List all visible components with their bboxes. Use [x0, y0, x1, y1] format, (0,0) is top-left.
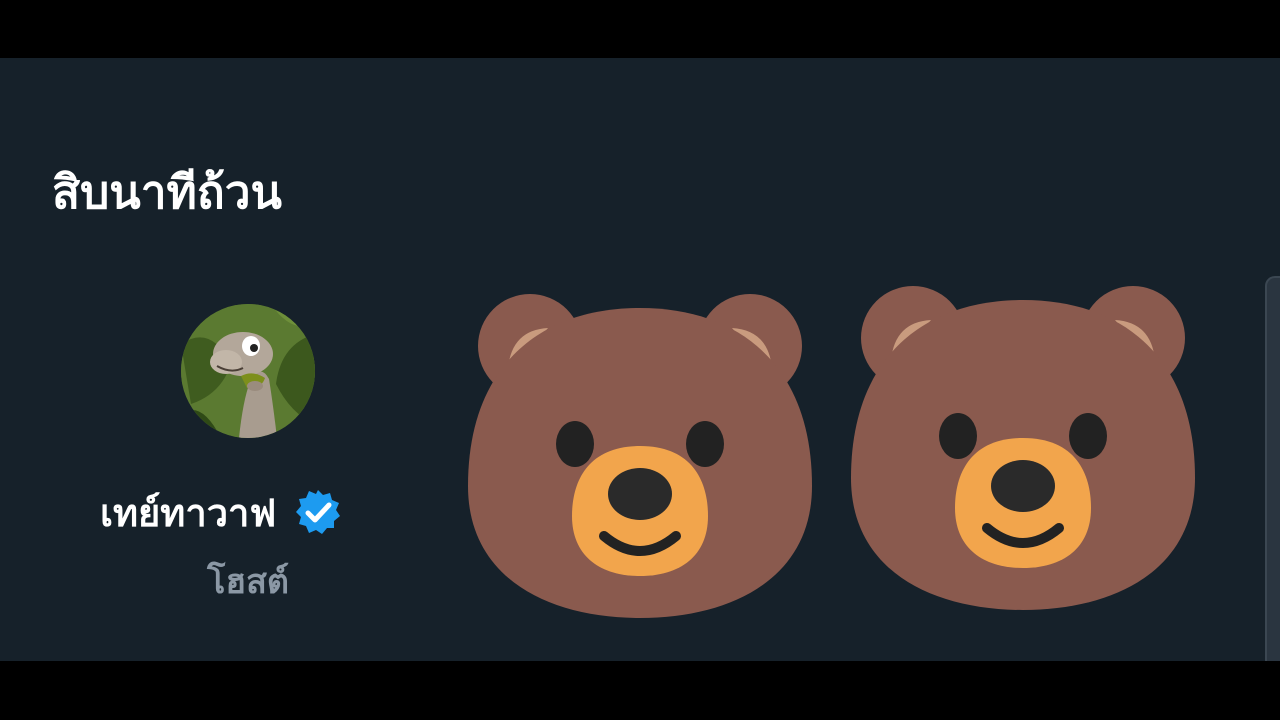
host-name: เทย์ทาวาฟ	[100, 490, 277, 535]
host-role-label: โฮสต์	[207, 562, 289, 602]
host-avatar[interactable]	[181, 304, 315, 438]
letterbox-bottom	[0, 661, 1280, 720]
host-name-row[interactable]: เทย์ทาวาฟ	[100, 482, 342, 542]
bear-face-icon	[468, 294, 812, 618]
letterbox-top	[0, 0, 1280, 58]
bear-reaction-2	[843, 278, 1203, 618]
verified-badge-icon	[294, 488, 342, 536]
scroll-handle[interactable]	[1265, 276, 1280, 661]
bear-face-icon	[851, 286, 1195, 610]
bear-reaction-1	[460, 286, 820, 626]
dinosaur-avatar-icon	[181, 304, 315, 438]
space-title: สิบนาทีถ้วน	[52, 165, 282, 219]
spaces-screen: สิบนาทีถ้วน เทย์ทาวาฟ โฮสต์	[0, 58, 1280, 661]
